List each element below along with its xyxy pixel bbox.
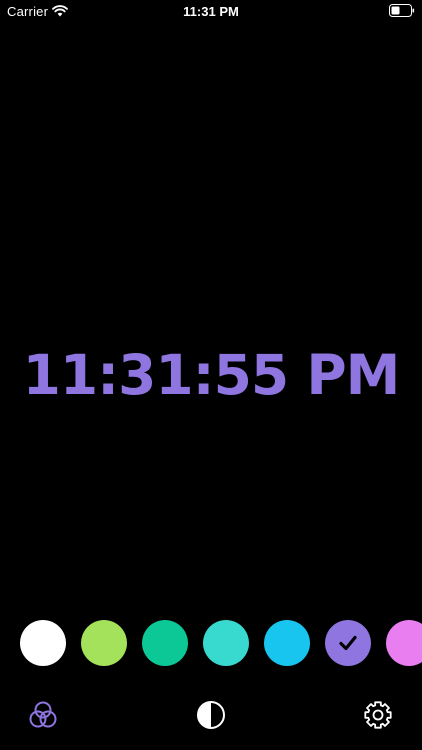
color-swatch[interactable] — [386, 620, 422, 666]
color-swatch[interactable] — [20, 620, 66, 666]
contrast-button[interactable] — [194, 698, 228, 732]
contrast-icon — [197, 701, 225, 729]
color-swatch[interactable] — [142, 620, 188, 666]
color-swatch[interactable] — [325, 620, 371, 666]
color-swatch[interactable] — [264, 620, 310, 666]
clock-display: 11:31:55 PM — [22, 343, 401, 407]
color-swatch[interactable] — [203, 620, 249, 666]
gear-icon — [364, 701, 392, 729]
status-time: 11:31 PM — [183, 4, 239, 19]
settings-button[interactable] — [361, 698, 395, 732]
status-bar: Carrier 11:31 PM — [0, 0, 422, 24]
checkmark-icon — [339, 635, 357, 651]
color-swatch-list — [20, 620, 422, 666]
color-mode-button[interactable] — [26, 698, 60, 732]
color-swatch[interactable] — [81, 620, 127, 666]
color-circles-icon — [29, 701, 57, 728]
battery-icon — [389, 4, 415, 17]
